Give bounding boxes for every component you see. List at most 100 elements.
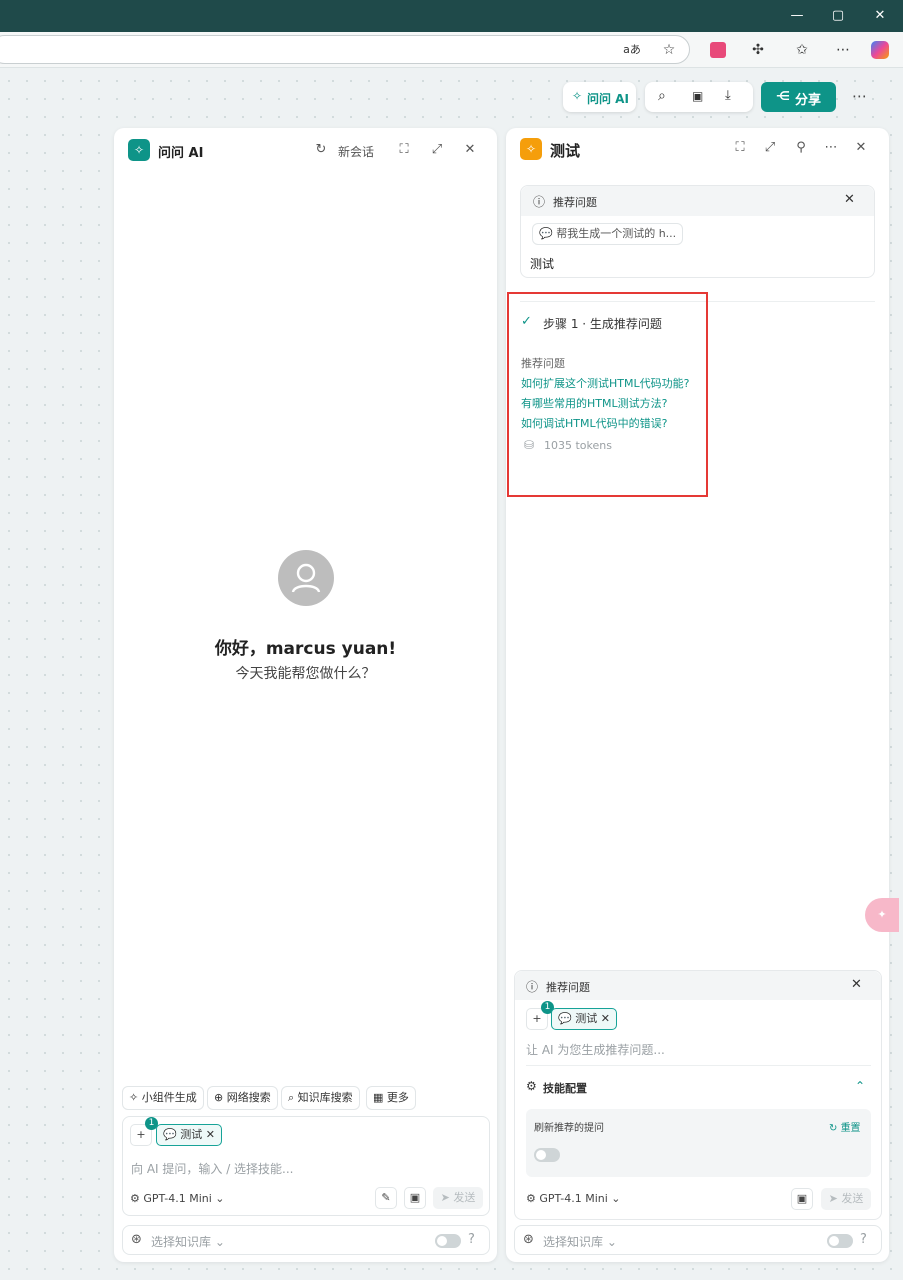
ask-ai-panel: ✧ 问问 AI ↻ 新会话 ⛶ ⤢ ✕ 你好，marcus yuan! 今天我能… — [114, 128, 497, 1262]
model-selector[interactable]: ⚙ GPT-4.1 Mini ⌄ — [526, 1192, 621, 1205]
fullscreen-icon[interactable]: ⛶ — [395, 141, 413, 159]
skill-config-icon: ⚙ — [526, 1079, 537, 1093]
search-icon: ⌕ — [288, 1091, 295, 1104]
composer-title: 推荐问题 — [546, 981, 590, 994]
skill-config-box: 刷新推荐的提问 ↻ 重置 — [526, 1109, 871, 1177]
skill-kb-search[interactable]: ⌕ 知识库搜索 — [281, 1086, 360, 1110]
token-count: 1035 tokens — [544, 439, 612, 452]
kb-toggle[interactable] — [827, 1234, 853, 1248]
extensions-icon[interactable]: ✣ — [747, 40, 769, 60]
ai-logo-icon: ✧ — [128, 139, 150, 161]
recommend-input[interactable]: 让 AI 为您生成推荐问题... — [526, 1041, 665, 1058]
close-panel-icon[interactable]: ✕ — [461, 141, 479, 159]
browser-titlebar: — ▢ ✕ — [0, 0, 903, 32]
query-chip[interactable]: 💬 帮我生成一个测试的 h... — [532, 223, 684, 245]
context-tag: 💬 测试 ✕ — [551, 1008, 617, 1030]
download-icon[interactable]: ⤓ — [725, 88, 731, 103]
translate-icon[interactable] — [707, 40, 729, 60]
model-selector[interactable]: ⚙ GPT-4.1 Mini ⌄ — [130, 1192, 225, 1205]
chat-bubble-icon: 💬 — [558, 1012, 572, 1025]
step-title[interactable]: 步骤 1 · 生成推荐问题 — [543, 315, 662, 332]
fullscreen-icon[interactable]: ⛶ — [731, 139, 749, 157]
favorite-star-icon[interactable]: ☆ — [658, 40, 680, 60]
recommend-card: ⓘ 推荐问题 ✕ 💬 帮我生成一个测试的 h... 测试 — [520, 185, 875, 278]
greeting-subtitle: 今天我能帮您做什么？ — [235, 666, 376, 682]
more-icon[interactable]: ⋯ — [832, 40, 854, 60]
recommend-card-title: 推荐问题 — [553, 196, 597, 209]
send-icon: ➤ — [440, 1191, 450, 1204]
share-button[interactable]: ⋲ 分享 — [761, 82, 836, 112]
restore-icon[interactable]: ▢ — [826, 6, 850, 26]
greeting: 你好，marcus yuan! — [214, 639, 397, 659]
document-title: 测试 — [550, 142, 581, 160]
sparkle-icon: ✧ — [572, 89, 583, 103]
grid-icon: ▦ — [373, 1091, 384, 1104]
skill-widget-generate[interactable]: ✧ 小组件生成 — [122, 1086, 204, 1110]
composer-header: ⓘ 推荐问题 ✕ — [515, 971, 881, 1000]
suggested-question[interactable]: 如何扩展这个测试HTML代码功能? — [521, 375, 689, 391]
send-icon: ➤ — [828, 1192, 838, 1205]
card-text: 测试 — [530, 257, 555, 271]
canvas-tools: ⌕ ▣ ⤓ — [645, 82, 753, 112]
model-icon: ⚙ — [526, 1192, 536, 1205]
refresh-icon[interactable]: ↻ — [312, 141, 330, 159]
image-upload-button[interactable]: ▣ — [404, 1187, 426, 1209]
remove-tag-icon[interactable]: ✕ — [206, 1128, 215, 1141]
chat-input[interactable]: 向 AI 提问，输入 / 选择技能... — [131, 1160, 294, 1177]
kb-toggle[interactable] — [435, 1234, 461, 1248]
favorites-icon[interactable]: ✩ — [791, 40, 813, 60]
close-window-icon[interactable]: ✕ — [868, 6, 892, 26]
copilot-icon[interactable] — [869, 40, 891, 60]
close-card-icon[interactable]: ✕ — [844, 192, 855, 207]
image-icon[interactable]: ▣ — [692, 89, 703, 103]
send-button[interactable]: ➤ 发送 — [821, 1188, 871, 1210]
reset-button[interactable]: ↻ 重置 — [829, 1119, 861, 1134]
read-aloud-icon[interactable]: aあ — [621, 40, 643, 60]
skill-config-label[interactable]: 技能配置 — [543, 1080, 587, 1096]
suggested-question[interactable]: 如何调试HTML代码中的错误? — [521, 415, 667, 431]
doc-logo-icon: ✧ — [520, 138, 542, 160]
share-label: 分享 — [795, 93, 822, 108]
canvas-more-icon[interactable]: ⋯ — [852, 87, 867, 105]
kb-selector[interactable]: 选择知识库 ⌄ — [151, 1233, 225, 1250]
recommend-card-header: ⓘ 推荐问题 ✕ — [521, 186, 874, 216]
pin-icon[interactable]: ⚲ — [792, 139, 810, 157]
question-icon: ⓘ — [526, 980, 539, 994]
new-chat-button[interactable]: 新会话 — [338, 143, 374, 160]
user-icon — [291, 563, 321, 593]
minimize-icon[interactable]: — — [785, 6, 809, 26]
chevron-down-icon: ⌄ — [215, 1192, 225, 1205]
translate-icon: ✦ — [877, 908, 887, 921]
chevron-up-icon[interactable]: ⌃ — [855, 1079, 865, 1093]
more-icon[interactable]: ⋯ — [822, 139, 840, 157]
close-panel-icon[interactable]: ✕ — [852, 139, 870, 157]
address-bar[interactable] — [0, 35, 690, 64]
search-icon[interactable]: ⌕ — [658, 88, 666, 104]
refresh-toggle[interactable] — [534, 1148, 560, 1162]
chat-bubble-icon: 💬 — [539, 227, 553, 240]
magic-wand-button[interactable]: ✎ — [375, 1187, 397, 1209]
ask-ai-label: 问问 AI — [587, 92, 629, 106]
panel-title: 问问 AI — [158, 146, 204, 161]
recommend-composer: ⓘ 推荐问题 ✕ + 1 💬 测试 ✕ 让 AI 为您生成推荐问题... ⚙ 技… — [514, 970, 882, 1220]
image-upload-button[interactable]: ▣ — [791, 1188, 813, 1210]
skill-more[interactable]: ▦ 更多 — [366, 1086, 416, 1110]
step-section-label: 推荐问题 — [521, 357, 565, 370]
kb-selector[interactable]: 选择知识库 ⌄ — [543, 1233, 617, 1250]
remove-tag-icon[interactable]: ✕ — [601, 1012, 610, 1025]
help-icon[interactable]: ? — [468, 1232, 475, 1247]
share-icon: ⋲ — [776, 89, 790, 103]
close-composer-icon[interactable]: ✕ — [851, 977, 862, 992]
ask-ai-button[interactable]: ✧ 问问 AI — [563, 82, 636, 112]
translate-float-button[interactable]: ✦ — [865, 898, 899, 932]
skill-web-search[interactable]: ⊕ 网络搜索 — [207, 1086, 278, 1110]
browser-toolbar: aあ ☆ ✣ ✩ ⋯ — [0, 32, 903, 68]
expand-icon[interactable]: ⤢ — [761, 139, 779, 157]
expand-icon[interactable]: ⤢ — [428, 141, 446, 159]
refresh-label: 刷新推荐的提问 — [534, 1123, 604, 1134]
help-icon[interactable]: ? — [860, 1232, 867, 1247]
chat-bubble-icon: 💬 — [163, 1128, 177, 1141]
suggested-question[interactable]: 有哪些常用的HTML测试方法? — [521, 395, 667, 411]
model-icon: ⚙ — [130, 1192, 140, 1205]
send-button[interactable]: ➤ 发送 — [433, 1187, 483, 1209]
